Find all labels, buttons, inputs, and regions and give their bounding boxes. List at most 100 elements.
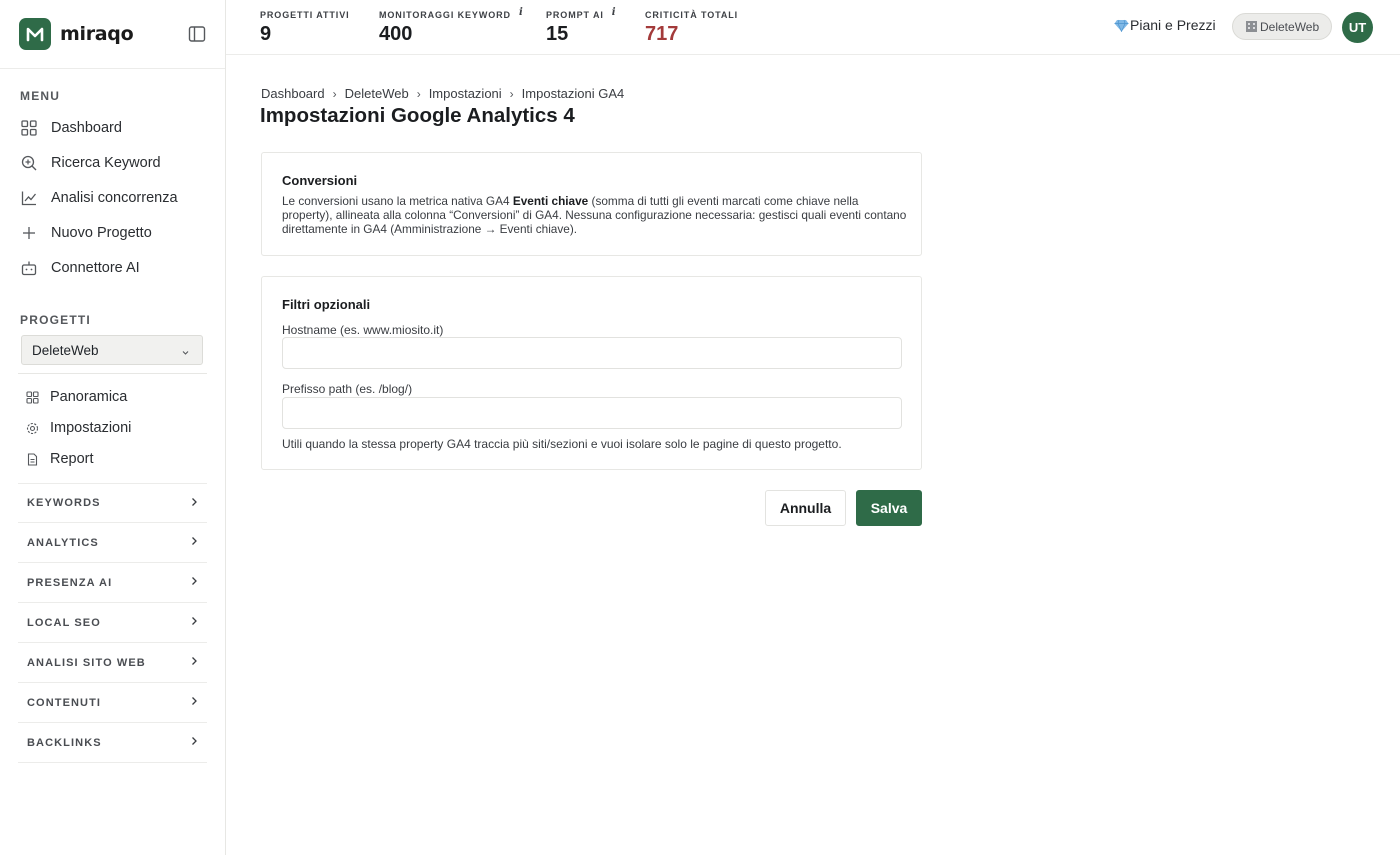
nav-item-label: Connettore AI <box>51 260 140 276</box>
project-item-label: Panoramica <box>50 389 128 405</box>
stat-value: 400 <box>379 23 413 45</box>
projects-section-label: PROGETTI <box>20 313 91 327</box>
project-item-impostazioni[interactable]: Impostazioni <box>25 417 131 439</box>
filters-hint: Utili quando la stessa property GA4 trac… <box>282 437 842 451</box>
group-analisi-sito-web[interactable]: ANALISI SITO WEB <box>18 643 207 683</box>
chevron-right-icon <box>190 536 198 549</box>
group-keywords[interactable]: KEYWORDS <box>18 483 207 523</box>
stat-value: 717 <box>645 23 679 45</box>
stat-monitoraggi-keyword: MONITORAGGI KEYWORD i 400 <box>379 7 524 46</box>
plus-icon <box>20 224 38 242</box>
stat-prompt-ai: PROMPT AI i 15 <box>546 7 617 46</box>
divider <box>18 373 207 374</box>
group-label: KEYWORDS <box>27 497 101 509</box>
nav-item-label: Dashboard <box>51 120 122 136</box>
hostname-label: Hostname (es. www.miosito.it) <box>282 323 444 337</box>
project-item-label: Report <box>50 451 94 467</box>
group-label: PRESENZA AI <box>27 576 113 589</box>
hostname-input[interactable] <box>282 337 902 369</box>
nav-item-nuovo-progetto[interactable]: Nuovo Progetto <box>20 220 152 246</box>
project-item-panoramica[interactable]: Panoramica <box>25 386 127 408</box>
group-local-seo[interactable]: LOCAL SEO <box>18 603 207 643</box>
logo-icon[interactable] <box>19 18 51 50</box>
group-analytics[interactable]: ANALYTICS <box>18 523 207 563</box>
chevron-right-icon <box>190 656 198 669</box>
plans-link[interactable]: Piani e Prezzi <box>1114 17 1216 33</box>
conversions-metric-name: Eventi chiave <box>512 194 589 208</box>
sidebar-toggle-icon[interactable] <box>188 25 206 43</box>
project-select-value: DeleteWeb <box>32 342 99 358</box>
nav-item-label: Nuovo Progetto <box>51 225 152 241</box>
stat-value: 9 <box>260 23 272 45</box>
chevron-right-icon <box>190 696 198 709</box>
breadcrumb: Dashboard › DeleteWeb › Impostazioni › I… <box>261 86 624 101</box>
plans-label: Piani e Prezzi <box>1130 17 1216 33</box>
group-label: LOCAL SEO <box>27 616 101 629</box>
nav-item-label: Analisi concorrenza <box>51 190 178 206</box>
save-button[interactable]: Salva <box>856 490 922 526</box>
stat-criticita-totali: CRITICITÀ TOTALI 717 <box>645 10 738 46</box>
conversions-description: Le conversioni usano la metrica nativa G… <box>282 194 907 236</box>
search-plus-icon <box>20 154 38 172</box>
grid-icon <box>25 390 39 404</box>
page-title: Impostazioni Google Analytics 4 <box>260 104 575 127</box>
stat-label: PROGETTI ATTIVI <box>260 10 350 20</box>
breadcrumb-separator-icon: › <box>509 86 514 101</box>
stat-progetti-attivi: PROGETTI ATTIVI 9 <box>260 10 350 46</box>
gem-icon <box>1114 19 1129 32</box>
filters-card: Filtri opzionali Hostname (es. www.miosi… <box>261 276 922 470</box>
stat-label: PROMPT AI <box>546 10 604 20</box>
sidebar: miraqo MENU Dashboard Ricerca Keyword An… <box>0 0 226 855</box>
brand-header: miraqo <box>0 0 225 69</box>
chevron-right-icon <box>190 616 198 629</box>
info-icon[interactable]: i <box>519 7 524 18</box>
file-icon <box>25 452 39 466</box>
group-label: ANALISI SITO WEB <box>27 656 146 669</box>
project-chip[interactable]: DeleteWeb <box>1232 13 1332 40</box>
nav-item-ricerca-keyword[interactable]: Ricerca Keyword <box>20 150 161 176</box>
robot-icon <box>20 259 38 277</box>
group-backlinks[interactable]: BACKLINKS <box>18 723 207 763</box>
chevron-right-icon <box>190 736 198 749</box>
project-chip-label: DeleteWeb <box>1260 19 1320 34</box>
path-prefix-label: Prefisso path (es. /blog/) <box>282 382 413 396</box>
group-contenuti[interactable]: CONTENUTI <box>18 683 207 723</box>
info-icon[interactable]: i <box>612 7 617 18</box>
path-prefix-input[interactable] <box>282 397 902 429</box>
project-item-report[interactable]: Report <box>25 448 94 470</box>
project-item-label: Impostazioni <box>50 420 132 436</box>
group-label: ANALYTICS <box>27 536 99 549</box>
filters-title: Filtri opzionali <box>282 297 371 312</box>
breadcrumb-item-dashboard[interactable]: Dashboard <box>261 86 325 101</box>
conversions-card: Conversioni Le conversioni usano la metr… <box>261 152 922 256</box>
gear-icon <box>25 421 39 435</box>
logo-text: miraqo <box>60 23 134 45</box>
chevron-down-icon <box>181 345 190 360</box>
avatar[interactable]: UT <box>1342 12 1373 43</box>
breadcrumb-item-project[interactable]: DeleteWeb <box>345 86 409 101</box>
stat-label: CRITICITÀ TOTALI <box>645 10 739 20</box>
breadcrumb-item-impostazioni[interactable]: Impostazioni <box>429 86 502 101</box>
stat-label: MONITORAGGI KEYWORD <box>379 10 511 20</box>
nav-item-label: Ricerca Keyword <box>51 155 161 171</box>
stat-value: 15 <box>546 23 569 45</box>
nav-item-analisi-concorrenza[interactable]: Analisi concorrenza <box>20 185 178 211</box>
cancel-button[interactable]: Annulla <box>765 490 846 526</box>
group-label: CONTENUTI <box>27 696 102 709</box>
chevron-right-icon <box>190 576 198 589</box>
breadcrumb-separator-icon: › <box>416 86 421 101</box>
nav-item-dashboard[interactable]: Dashboard <box>20 115 122 141</box>
group-label: BACKLINKS <box>27 736 102 749</box>
top-bar: PROGETTI ATTIVI 9 MONITORAGGI KEYWORD i 4… <box>226 0 1400 55</box>
project-select[interactable]: DeleteWeb <box>21 335 203 365</box>
chevron-right-icon <box>190 497 198 510</box>
breadcrumb-separator-icon: › <box>332 86 337 101</box>
nav-item-connettore-ai[interactable]: Connettore AI <box>20 255 140 281</box>
conversions-title: Conversioni <box>282 173 358 188</box>
building-icon <box>1245 20 1258 33</box>
group-presenza-ai[interactable]: PRESENZA AI <box>18 563 207 603</box>
line-chart-icon <box>20 189 38 207</box>
grid-icon <box>20 119 38 137</box>
breadcrumb-item-current: Impostazioni GA4 <box>521 86 625 101</box>
menu-section-label: MENU <box>20 89 61 103</box>
